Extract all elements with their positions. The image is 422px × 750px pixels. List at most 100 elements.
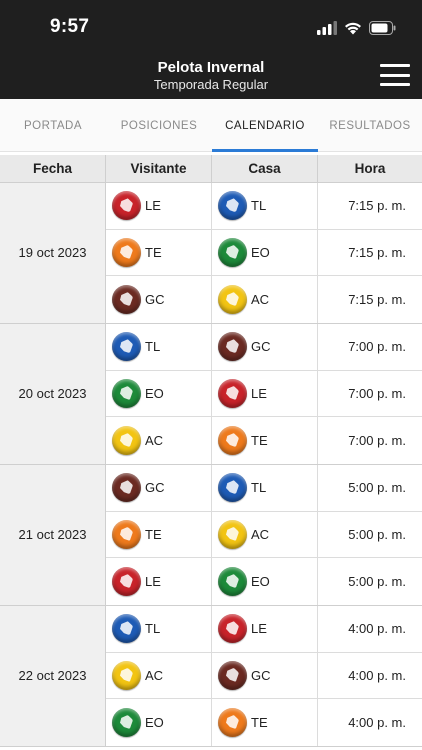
- home-team-cell: LE: [212, 605, 318, 652]
- visitor-team-cell: AC: [106, 417, 212, 464]
- tab-calendario[interactable]: CALENDARIO: [212, 99, 318, 152]
- visitor-team-code: EO: [145, 715, 164, 731]
- visitor-team-cell: LE: [106, 183, 212, 229]
- serpent-logo-icon: [112, 708, 141, 738]
- wifi-icon: [345, 22, 361, 35]
- eagle-logo-icon: [112, 191, 141, 221]
- game-time: 4:00 p. m.: [348, 715, 406, 731]
- date-cell: 19 oct 2023: [0, 183, 106, 323]
- home-team-code: EO: [251, 574, 270, 590]
- status-time: 9:57: [50, 16, 90, 37]
- cougar-logo-icon: [218, 285, 247, 315]
- game-time: 7:00 p. m.: [348, 385, 406, 401]
- tab-resultados[interactable]: RESULTADOS: [318, 99, 422, 152]
- home-team-cell: LE: [212, 370, 318, 417]
- game-time: 4:00 p. m.: [348, 667, 406, 683]
- cellular-signal-icon: [317, 21, 337, 35]
- horse-logo-icon: [218, 660, 247, 690]
- fox-logo-icon: [112, 237, 141, 267]
- tiger-logo-icon: [112, 614, 141, 644]
- date-group: 22 oct 2023 TL LE 4:00 p. m. AC GC 4:00 p. m. E…: [0, 605, 422, 747]
- schedule-table: Fecha Visitante Casa Hora 19 oct 2023 LE T…: [0, 155, 422, 750]
- tab-portada[interactable]: PORTADA: [0, 99, 106, 152]
- date-cell: 21 oct 2023: [0, 464, 106, 605]
- cougar-logo-icon: [112, 660, 141, 690]
- home-team-cell: GC: [212, 652, 318, 699]
- date-group: 21 oct 2023 GC TL 5:00 p. m. TE AC 5:00 p. m. L…: [0, 464, 422, 606]
- visitor-team-code: LE: [145, 198, 161, 214]
- tiger-logo-icon: [218, 191, 247, 221]
- table-row[interactable]: GC TL 5:00 p. m.: [106, 464, 422, 512]
- home-team-code: TL: [251, 480, 267, 496]
- table-row[interactable]: TL LE 4:00 p. m.: [106, 605, 422, 653]
- home-team-code: AC: [251, 292, 270, 308]
- date-cell: 22 oct 2023: [0, 605, 106, 746]
- battery-icon: [369, 21, 396, 35]
- game-time: 7:15 p. m.: [348, 292, 406, 308]
- visitor-team-cell: EO: [106, 370, 212, 417]
- home-team-code: TE: [251, 433, 268, 449]
- home-team-cell: EO: [212, 229, 318, 276]
- game-time: 4:00 p. m.: [348, 621, 406, 637]
- app-subtitle: Temporada Regular: [153, 77, 269, 92]
- home-team-code: TE: [251, 715, 268, 731]
- visitor-team-code: TL: [145, 339, 161, 355]
- visitor-team-code: TL: [145, 621, 161, 637]
- visitor-team-code: GC: [145, 292, 165, 308]
- horse-logo-icon: [218, 332, 247, 362]
- table-header: Fecha Visitante Casa Hora: [0, 155, 422, 183]
- tiger-logo-icon: [218, 473, 247, 503]
- column-header-visitante: Visitante: [106, 155, 212, 182]
- visitor-team-cell: GC: [106, 276, 212, 323]
- visitor-team-cell: TL: [106, 323, 212, 370]
- home-team-code: TL: [251, 198, 267, 214]
- visitor-team-cell: LE: [106, 558, 212, 605]
- table-row[interactable]: EO TE 4:00 p. m.: [106, 699, 422, 746]
- table-row[interactable]: LE TL 7:15 p. m.: [106, 183, 422, 230]
- tab-bar: PORTADA POSICIONES CALENDARIO RESULTADOS: [0, 99, 422, 152]
- home-team-cell: TL: [212, 464, 318, 511]
- table-row[interactable]: TL GC 7:00 p. m.: [106, 323, 422, 371]
- hamburger-menu-icon[interactable]: [380, 64, 410, 86]
- table-row[interactable]: TE AC 5:00 p. m.: [106, 511, 422, 559]
- home-team-cell: AC: [212, 511, 318, 558]
- visitor-team-code: AC: [145, 433, 164, 449]
- visitor-team-code: TE: [145, 526, 162, 542]
- game-time: 5:00 p. m.: [348, 574, 406, 590]
- horse-logo-icon: [112, 285, 141, 315]
- visitor-team-cell: EO: [106, 699, 212, 746]
- home-team-code: AC: [251, 526, 270, 542]
- table-row[interactable]: AC GC 4:00 p. m.: [106, 652, 422, 700]
- fox-logo-icon: [112, 519, 141, 549]
- schedule-body: 19 oct 2023 LE TL 7:15 p. m. TE EO 7:15 p. m. G…: [0, 183, 422, 747]
- column-header-fecha: Fecha: [0, 155, 106, 182]
- home-team-code: GC: [251, 667, 271, 683]
- table-row[interactable]: TE EO 7:15 p. m.: [106, 229, 422, 277]
- game-time: 7:00 p. m.: [348, 339, 406, 355]
- game-time: 7:15 p. m.: [348, 198, 406, 214]
- tiger-logo-icon: [112, 332, 141, 362]
- status-icons: [317, 19, 396, 37]
- game-time: 7:15 p. m.: [348, 244, 406, 260]
- eagle-logo-icon: [112, 567, 141, 597]
- visitor-team-cell: AC: [106, 652, 212, 699]
- game-time: 5:00 p. m.: [348, 480, 406, 496]
- visitor-team-cell: GC: [106, 464, 212, 511]
- column-header-casa: Casa: [212, 155, 318, 182]
- table-row[interactable]: LE EO 5:00 p. m.: [106, 558, 422, 605]
- app-title: Pelota Invernal: [157, 59, 265, 76]
- table-row[interactable]: EO LE 7:00 p. m.: [106, 370, 422, 418]
- fox-logo-icon: [218, 708, 247, 738]
- home-team-code: EO: [251, 244, 270, 260]
- game-time: 7:00 p. m.: [348, 433, 406, 449]
- eagle-logo-icon: [218, 378, 247, 408]
- table-row[interactable]: GC AC 7:15 p. m.: [106, 276, 422, 323]
- home-team-cell: TE: [212, 417, 318, 464]
- date-group: 20 oct 2023 TL GC 7:00 p. m. EO LE 7:00 p. m. A…: [0, 323, 422, 465]
- visitor-team-code: EO: [145, 385, 164, 401]
- horse-logo-icon: [112, 473, 141, 503]
- visitor-team-code: TE: [145, 244, 162, 260]
- tab-posiciones[interactable]: POSICIONES: [106, 99, 212, 152]
- home-team-code: LE: [251, 621, 267, 637]
- table-row[interactable]: AC TE 7:00 p. m.: [106, 417, 422, 464]
